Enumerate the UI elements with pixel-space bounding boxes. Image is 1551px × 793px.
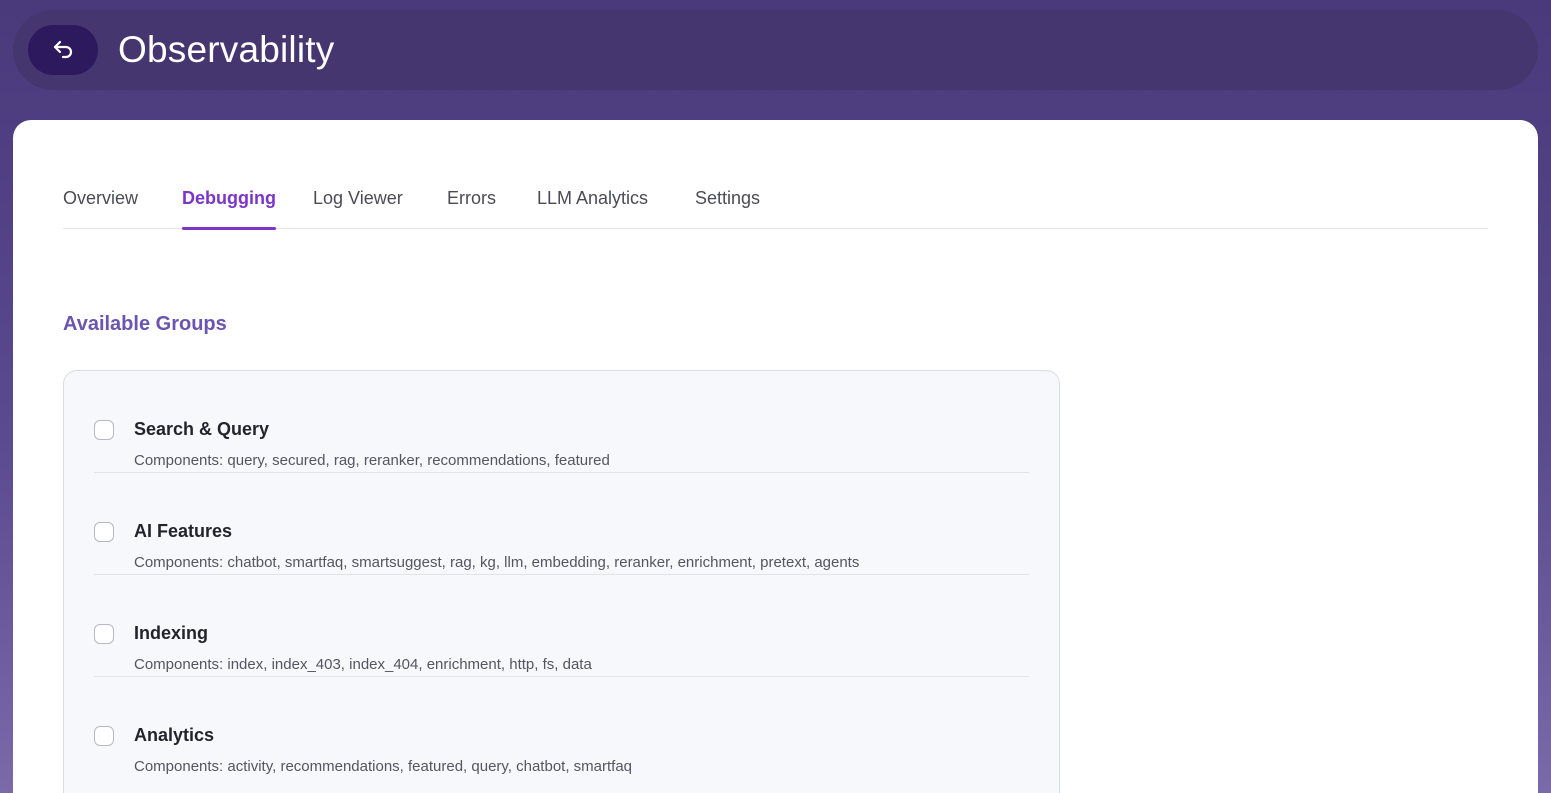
tab-overview[interactable]: Overview: [63, 188, 138, 229]
tab-errors[interactable]: Errors: [447, 188, 496, 229]
group-item-analytics: Analytics Components: activity, recommen…: [94, 677, 1029, 779]
group-components: Components: query, secured, rag, reranke…: [134, 452, 610, 469]
top-header: Observability: [13, 10, 1538, 90]
page-title: Observability: [118, 29, 335, 70]
group-name: AI Features: [134, 521, 233, 541]
group-name: Search & Query: [134, 419, 270, 439]
tab-log-viewer[interactable]: Log Viewer: [313, 188, 403, 229]
group-name: Indexing: [134, 623, 209, 643]
tab-debugging[interactable]: Debugging: [182, 188, 276, 230]
tab-settings[interactable]: Settings: [695, 188, 760, 229]
group-checkbox[interactable]: [94, 420, 114, 440]
group-components: Components: index, index_403, index_404,…: [134, 656, 592, 673]
tab-llm-analytics[interactable]: LLM Analytics: [537, 188, 648, 229]
group-components: Components: activity, recommendations, f…: [134, 758, 633, 775]
group-name: Analytics: [134, 725, 215, 745]
back-arrow-icon: [53, 40, 73, 59]
group-checkbox[interactable]: [94, 522, 114, 542]
group-components: Components: chatbot, smartfaq, smartsugg…: [134, 554, 860, 571]
main-card: Overview Debugging Log Viewer Errors LLM…: [13, 120, 1538, 793]
tab-bar: Overview Debugging Log Viewer Errors LLM…: [63, 180, 1488, 230]
group-item-search-query: Search & Query Components: query, secure…: [94, 371, 1029, 473]
back-button[interactable]: [28, 25, 98, 75]
group-item-ai-features: AI Features Components: chatbot, smartfa…: [94, 473, 1029, 575]
group-item-indexing: Indexing Components: index, index_403, i…: [94, 575, 1029, 677]
section-title: Available Groups: [63, 313, 227, 335]
groups-list: Search & Query Components: query, secure…: [63, 370, 1060, 793]
group-checkbox[interactable]: [94, 624, 114, 644]
group-checkbox[interactable]: [94, 726, 114, 746]
